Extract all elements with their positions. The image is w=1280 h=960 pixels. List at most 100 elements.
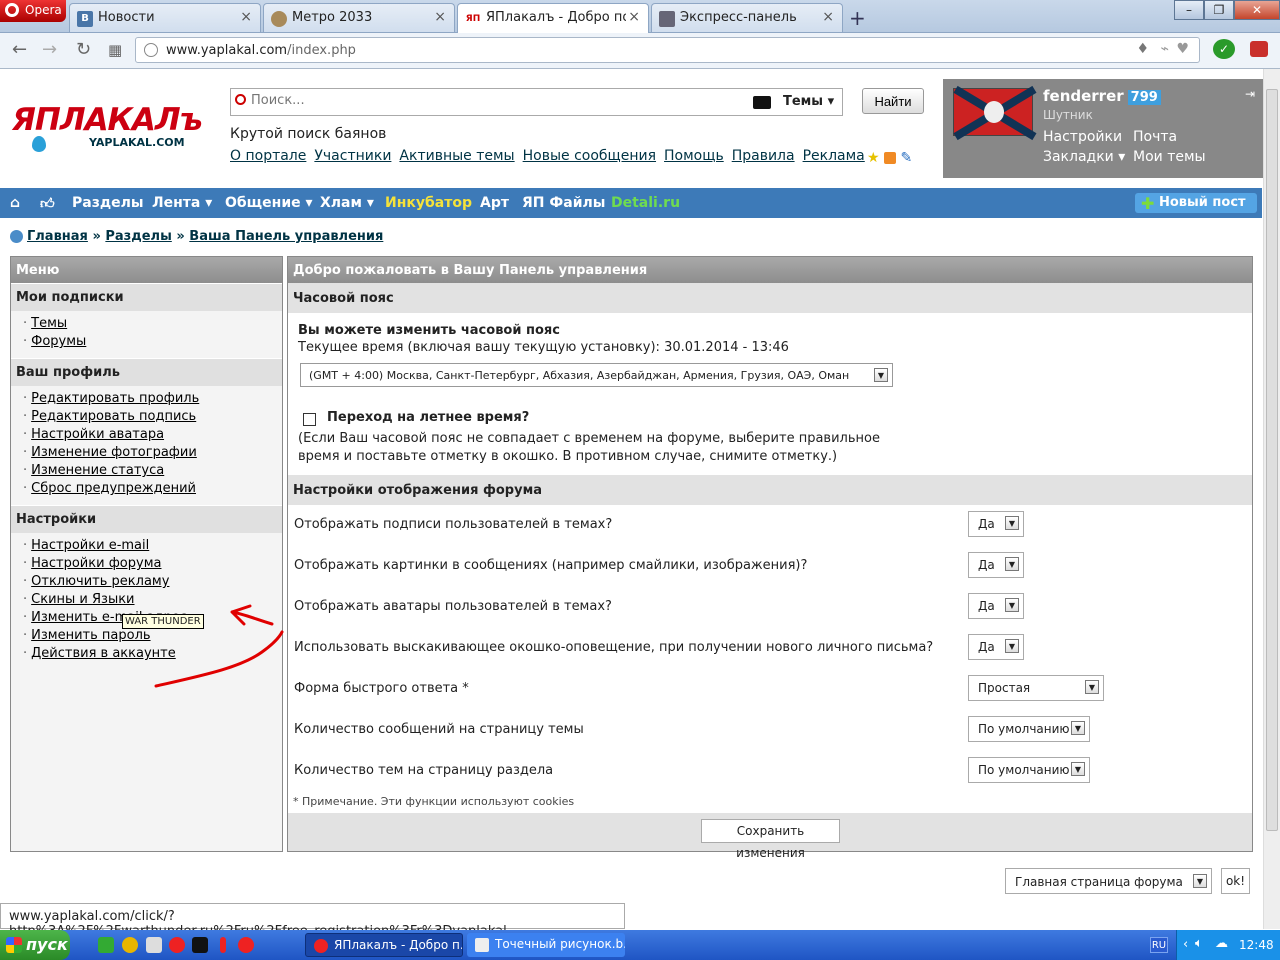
tab-express-panel[interactable]: Экспресс-панель ×	[651, 3, 843, 32]
new-post-button[interactable]: ✚ Новый пост	[1135, 193, 1257, 213]
opera-menu-button[interactable]: Opera	[0, 0, 66, 22]
close-window-button[interactable]: ✕	[1234, 0, 1280, 20]
breadcrumb-sections[interactable]: Разделы	[105, 229, 171, 244]
menu-item-forums[interactable]: Форумы	[31, 334, 86, 349]
new-tab-button[interactable]: +	[849, 6, 866, 30]
link-help[interactable]: Помощь	[664, 148, 724, 164]
link-rules[interactable]: Правила	[732, 148, 795, 164]
speed-dial-icon[interactable]: ▦	[108, 41, 122, 59]
star-icon[interactable]: ★	[867, 150, 880, 166]
minimize-button[interactable]: –	[1174, 0, 1204, 20]
nav-junk[interactable]: Хлам ▾	[320, 195, 374, 211]
bulb-icon[interactable]: ♦	[1136, 41, 1149, 57]
equalizer-icon[interactable]	[192, 937, 208, 953]
menu-item-forum-settings[interactable]: Настройки форума	[31, 556, 161, 571]
close-tab-icon[interactable]: ×	[628, 9, 640, 25]
search-scope-select[interactable]: Темы ▾	[783, 94, 834, 109]
menu-item-edit-profile[interactable]: Редактировать профиль	[31, 391, 199, 406]
timezone-select[interactable]: (GMT + 4:00) Москва, Санкт-Петербург, Аб…	[300, 363, 893, 387]
volume-icon[interactable]: 🔈︎	[1195, 936, 1203, 951]
close-tab-icon[interactable]: ×	[240, 9, 252, 25]
option-select-signatures[interactable]: Да ▼	[968, 511, 1024, 537]
menu-item-topics[interactable]: Темы	[31, 316, 67, 331]
user-settings-link[interactable]: Настройки	[1043, 129, 1122, 145]
weather-icon[interactable]: ☁	[1215, 936, 1228, 951]
nav-art[interactable]: Арт	[480, 195, 509, 211]
back-arrow-icon[interactable]: ←	[12, 39, 27, 60]
camera-icon[interactable]	[753, 96, 771, 109]
forum-jump-select[interactable]: Главная страница форума ▼	[1005, 868, 1212, 894]
menu-item-edit-signature[interactable]: Редактировать подпись	[31, 409, 196, 424]
reload-icon[interactable]: ↻	[76, 39, 91, 60]
menu-item-change-status[interactable]: Изменение статуса	[31, 463, 164, 478]
option-select-popup[interactable]: Да ▼	[968, 634, 1024, 660]
option-select-posts-per-page[interactable]: По умолчанию ▼	[968, 716, 1090, 742]
scrollbar-thumb[interactable]	[1266, 89, 1278, 831]
dst-checkbox[interactable]	[303, 413, 316, 426]
breadcrumb-current[interactable]: Ваша Панель управления	[189, 229, 383, 244]
opera-icon[interactable]	[238, 937, 254, 953]
search-input[interactable]	[251, 93, 751, 108]
opera-icon[interactable]	[169, 937, 185, 953]
close-tab-icon[interactable]: ×	[434, 9, 446, 25]
chevron-left-icon[interactable]: ‹	[1183, 937, 1188, 952]
menu-item-disable-ads[interactable]: Отключить рекламу	[31, 574, 169, 589]
window-icon[interactable]	[146, 937, 162, 953]
like-icon[interactable]: 👍︎	[40, 195, 55, 212]
link-about[interactable]: О портале	[230, 148, 306, 164]
menu-item-reset-warnings[interactable]: Сброс предупреждений	[31, 481, 196, 496]
nav-chat[interactable]: Общение ▾	[225, 195, 313, 211]
option-select-quick-reply[interactable]: Простая ▼	[968, 675, 1104, 701]
avatar[interactable]	[953, 85, 1037, 141]
nav-incubator[interactable]: Инкубатор	[385, 195, 472, 211]
save-button[interactable]: Сохранить изменения	[701, 819, 840, 860]
user-my-topics-link[interactable]: Мои темы	[1133, 149, 1206, 165]
pencil-icon[interactable]: ✎	[900, 150, 912, 166]
menu-item-email-settings[interactable]: Настройки e-mail	[31, 538, 149, 553]
menu-item-account-actions[interactable]: Действия в аккаунте	[31, 646, 176, 661]
tab-metro[interactable]: Метро 2033 ×	[263, 3, 455, 32]
link-members[interactable]: Участники	[314, 148, 391, 164]
link-active-topics[interactable]: Активные темы	[399, 148, 514, 164]
menu-item-change-photo[interactable]: Изменение фотографии	[31, 445, 197, 460]
nav-detali[interactable]: Detali.ru	[611, 195, 680, 211]
menu-item-avatar-settings[interactable]: Настройки аватара	[31, 427, 164, 442]
vertical-scrollbar[interactable]	[1263, 69, 1280, 929]
nav-files[interactable]: ЯП Файлы	[522, 195, 605, 211]
heart-icon[interactable]: ♥	[1176, 41, 1189, 57]
site-logo[interactable]: ЯПЛАКАЛъ YAPLAKAL.COM	[12, 102, 212, 157]
forum-jump-ok-button[interactable]: ok!	[1221, 868, 1250, 894]
utorrent-icon[interactable]	[98, 937, 114, 953]
nav-sections[interactable]: Разделы	[72, 195, 144, 211]
menu-item-change-password[interactable]: Изменить пароль	[31, 628, 150, 643]
close-tab-icon[interactable]: ×	[822, 9, 834, 25]
tab-yaplakal[interactable]: ЯП ЯПлакалъ - Добро пожа ×	[457, 3, 649, 33]
logout-icon[interactable]: ⇥	[1245, 87, 1255, 101]
link-ads[interactable]: Реклама	[803, 148, 865, 164]
shield-icon[interactable]: ✓	[1213, 39, 1235, 59]
link-new-posts[interactable]: Новые сообщения	[523, 148, 656, 164]
extension-icon[interactable]	[1250, 41, 1268, 57]
menu-item-skins-languages[interactable]: Скины и Языки	[31, 592, 134, 607]
user-bookmarks-link[interactable]: Закладки ▾	[1043, 149, 1125, 165]
url-field[interactable]: www.yaplakal.com/index.php ♥ ⌁ ♦	[135, 37, 1200, 63]
find-button[interactable]: Найти	[862, 88, 924, 114]
aimp-icon[interactable]	[122, 937, 138, 953]
taskbar-task-browser[interactable]: ЯПлакалъ - Добро п...	[305, 933, 463, 957]
username[interactable]: fenderrer 799	[1043, 87, 1161, 105]
option-select-topics-per-page[interactable]: По умолчанию ▼	[968, 757, 1090, 783]
option-select-avatars[interactable]: Да ▼	[968, 593, 1024, 619]
rss-feed-icon[interactable]: ⌁	[1161, 41, 1169, 57]
user-mail-link[interactable]: Почта	[1133, 129, 1177, 145]
home-icon[interactable]: ⌂	[10, 195, 20, 211]
maximize-button[interactable]: ❐	[1204, 0, 1234, 20]
rss-icon[interactable]	[884, 152, 897, 164]
language-indicator[interactable]: RU	[1150, 937, 1168, 953]
start-button[interactable]: пуск	[0, 930, 70, 960]
taskbar-task-paint[interactable]: Точечный рисунок.b...	[467, 933, 625, 957]
tab-news[interactable]: В Новости ×	[69, 3, 261, 32]
forward-arrow-icon[interactable]: →	[42, 39, 57, 60]
page-info-icon[interactable]	[144, 43, 158, 57]
breadcrumb-home[interactable]: Главная	[27, 229, 88, 244]
option-select-images[interactable]: Да ▼	[968, 552, 1024, 578]
